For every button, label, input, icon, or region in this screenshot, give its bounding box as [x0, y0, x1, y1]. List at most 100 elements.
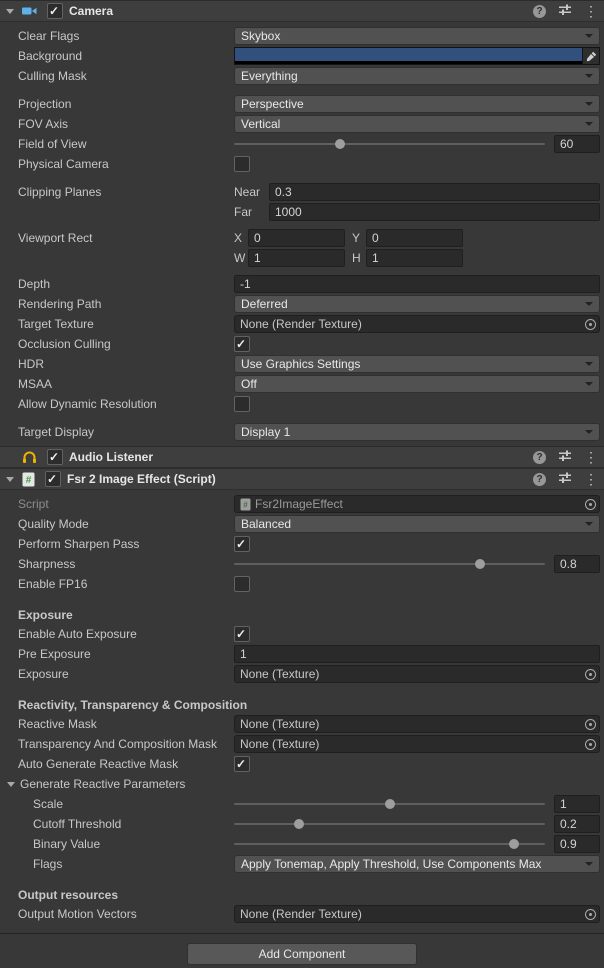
script-field[interactable]: # Fsr2ImageEffect — [234, 495, 600, 513]
more-menu-icon[interactable]: ⋮ — [584, 451, 598, 464]
camera-enabled-checkbox[interactable] — [47, 3, 63, 19]
sharpness-slider[interactable] — [234, 563, 545, 565]
viewport-w-input[interactable]: 1 — [248, 249, 345, 267]
far-label: Far — [234, 205, 269, 219]
h-label: H — [352, 251, 366, 265]
help-icon[interactable]: ? — [533, 451, 546, 464]
projection-dropdown[interactable]: Perspective — [234, 95, 600, 113]
sharpness-value[interactable]: 0.8 — [554, 555, 600, 573]
culling-mask-label: Culling Mask — [0, 69, 234, 83]
object-picker-icon[interactable] — [581, 736, 599, 752]
color-swatch — [235, 48, 582, 61]
slider-handle[interactable] — [509, 839, 519, 849]
slider-handle[interactable] — [475, 559, 485, 569]
enable-fp16-row: Enable FP16 — [0, 574, 604, 594]
flags-dropdown[interactable]: Apply Tonemap, Apply Threshold, Use Comp… — [234, 855, 600, 873]
allow-dynamic-resolution-checkbox[interactable] — [234, 396, 250, 412]
enable-auto-exposure-checkbox[interactable] — [234, 626, 250, 642]
object-picker-icon[interactable] — [581, 906, 599, 922]
presets-icon[interactable] — [558, 449, 572, 465]
rendering-path-dropdown[interactable]: Deferred — [234, 295, 600, 313]
generate-reactive-parameters-row[interactable]: Generate Reactive Parameters — [0, 774, 604, 794]
cutoff-threshold-slider[interactable] — [234, 823, 545, 825]
viewport-x-input[interactable]: 0 — [248, 229, 345, 247]
viewport-y-input[interactable]: 0 — [366, 229, 463, 247]
target-texture-field[interactable]: None (Render Texture) — [234, 315, 600, 333]
chevron-down-icon — [585, 122, 593, 126]
hdr-dropdown[interactable]: Use Graphics Settings — [234, 355, 600, 373]
reactive-mask-row: Reactive Mask None (Texture) — [0, 714, 604, 734]
exposure-texture-field[interactable]: None (Texture) — [234, 665, 600, 683]
audio-listener-component-header[interactable]: Audio Listener ? ⋮ — [0, 446, 604, 468]
binary-value-value[interactable]: 0.9 — [554, 835, 600, 853]
clear-flags-row: Clear Flags Skybox — [0, 26, 604, 46]
depth-input[interactable]: -1 — [234, 275, 600, 293]
pre-exposure-input[interactable]: 1 — [234, 645, 600, 663]
object-picker-icon[interactable] — [581, 716, 599, 732]
target-display-dropdown[interactable]: Display 1 — [234, 423, 600, 441]
foldout-arrow-icon[interactable] — [4, 477, 16, 482]
script-row: Script # Fsr2ImageEffect — [0, 494, 604, 514]
eyedropper-icon[interactable] — [583, 47, 600, 65]
perform-sharpen-pass-checkbox[interactable] — [234, 536, 250, 552]
object-picker-icon[interactable] — [581, 316, 599, 332]
viewport-h-input[interactable]: 1 — [366, 249, 463, 267]
generate-reactive-parameters-label: Generate Reactive Parameters — [20, 777, 185, 791]
scale-value[interactable]: 1 — [554, 795, 600, 813]
exposure-section-header: Exposure — [0, 606, 604, 624]
culling-mask-dropdown[interactable]: Everything — [234, 67, 600, 85]
near-clip-input[interactable]: 0.3 — [269, 183, 600, 201]
clear-flags-dropdown[interactable]: Skybox — [234, 27, 600, 45]
foldout-arrow-icon[interactable] — [7, 782, 15, 787]
binary-value-row: Binary Value 0.9 — [0, 834, 604, 854]
output-motion-vectors-row: Output Motion Vectors None (Render Textu… — [0, 904, 604, 924]
camera-component-header[interactable]: Camera ? ⋮ — [0, 0, 604, 22]
slider-handle[interactable] — [385, 799, 395, 809]
binary-value-slider[interactable] — [234, 843, 545, 845]
svg-text:#: # — [243, 500, 248, 509]
audio-listener-enabled-checkbox[interactable] — [47, 449, 63, 465]
chevron-down-icon — [585, 74, 593, 78]
alpha-bar — [235, 61, 582, 64]
fsr-component-header[interactable]: # Fsr 2 Image Effect (Script) ? ⋮ — [0, 468, 604, 490]
enable-fp16-checkbox[interactable] — [234, 576, 250, 592]
help-icon[interactable]: ? — [533, 473, 546, 486]
camera-icon — [22, 5, 37, 17]
far-clip-input[interactable]: 1000 — [269, 203, 600, 221]
help-icon[interactable]: ? — [533, 5, 546, 18]
presets-icon[interactable] — [558, 471, 572, 487]
cutoff-threshold-value[interactable]: 0.2 — [554, 815, 600, 833]
target-texture-row: Target Texture None (Render Texture) — [0, 314, 604, 334]
exposure-row: Exposure None (Texture) — [0, 664, 604, 684]
reactivity-section-header: Reactivity, Transparency & Composition — [0, 696, 604, 714]
msaa-dropdown[interactable]: Off — [234, 375, 600, 393]
reactive-mask-field[interactable]: None (Texture) — [234, 715, 600, 733]
background-label: Background — [0, 49, 234, 63]
field-of-view-slider[interactable] — [234, 143, 545, 145]
more-menu-icon[interactable]: ⋮ — [584, 473, 598, 486]
field-of-view-value[interactable]: 60 — [554, 135, 600, 153]
fsr-enabled-checkbox[interactable] — [45, 471, 61, 487]
target-display-row: Target Display Display 1 — [0, 422, 604, 442]
fov-axis-dropdown[interactable]: Vertical — [234, 115, 600, 133]
background-color-field[interactable] — [234, 47, 600, 65]
slider-handle[interactable] — [294, 819, 304, 829]
scale-slider[interactable] — [234, 803, 545, 805]
transparency-mask-field[interactable]: None (Texture) — [234, 735, 600, 753]
add-component-button[interactable]: Add Component — [187, 943, 417, 965]
camera-component-body: Clear Flags Skybox Background — [0, 22, 604, 446]
object-picker-icon[interactable] — [581, 666, 599, 682]
transparency-mask-row: Transparency And Composition Mask None (… — [0, 734, 604, 754]
physical-camera-checkbox[interactable] — [234, 156, 250, 172]
presets-icon[interactable] — [558, 3, 572, 19]
occlusion-culling-checkbox[interactable] — [234, 336, 250, 352]
quality-mode-dropdown[interactable]: Balanced — [234, 515, 600, 533]
clipping-far-row: Far 1000 — [0, 202, 604, 222]
more-menu-icon[interactable]: ⋮ — [584, 5, 598, 18]
object-picker-icon[interactable] — [581, 496, 599, 512]
depth-row: Depth -1 — [0, 274, 604, 294]
output-motion-vectors-field[interactable]: None (Render Texture) — [234, 905, 600, 923]
slider-handle[interactable] — [335, 139, 345, 149]
auto-generate-reactive-mask-checkbox[interactable] — [234, 756, 250, 772]
foldout-arrow-icon[interactable] — [4, 9, 16, 14]
